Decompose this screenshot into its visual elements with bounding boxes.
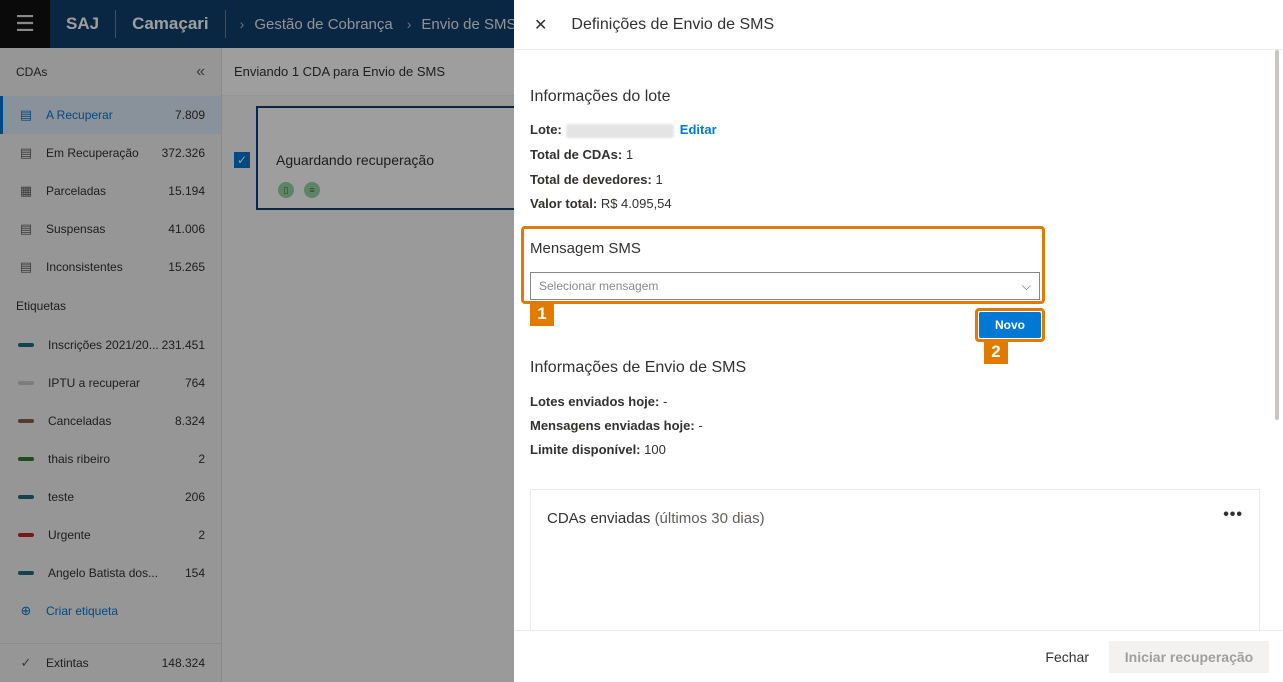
- scrollbar[interactable]: [1275, 50, 1279, 420]
- total-devedores-value: 1: [655, 172, 663, 187]
- lote-line: Lote: Editar: [530, 122, 717, 138]
- envio-section-title: Informações de Envio de SMS: [530, 359, 747, 376]
- message-select-placeholder: Selecionar mensagem: [539, 279, 659, 293]
- lotes-hoje-value: -: [662, 394, 668, 409]
- close-icon[interactable]: ✕: [534, 15, 547, 35]
- cdas-enviadas-title: CDAs enviadas (últimos 30 dias): [547, 510, 765, 527]
- message-select[interactable]: Selecionar mensagem ⌵: [530, 272, 1040, 300]
- lotes-hoje-label: Lotes enviados hoje:: [530, 394, 660, 409]
- lote-value-redacted: [565, 123, 674, 138]
- lotes-hoje-line: Lotes enviados hoje: -: [530, 394, 667, 409]
- mensagens-hoje-line: Mensagens enviadas hoje: -: [530, 418, 703, 433]
- sms-section-title: Mensagem SMS: [530, 240, 641, 257]
- step-badge-2: 2: [984, 340, 1008, 364]
- sms-settings-panel: ✕ Definições de Envio de SMS Informações…: [514, 0, 1283, 682]
- iniciar-recuperacao-button[interactable]: Iniciar recuperação: [1109, 640, 1269, 673]
- fechar-button[interactable]: Fechar: [1045, 649, 1089, 665]
- total-devedores-line: Total de devedores: 1: [530, 172, 663, 187]
- step-badge-1: 1: [530, 302, 554, 326]
- total-cdas-value: 1: [625, 147, 634, 162]
- total-cdas-line: Total de CDAs: 1: [530, 147, 633, 162]
- valor-total-label: Valor total:: [530, 196, 598, 211]
- novo-button-highlight: Novo: [975, 308, 1045, 342]
- cdas-enviadas-subtitle: (últimos 30 dias): [654, 510, 765, 527]
- panel-header: ✕ Definições de Envio de SMS: [514, 0, 1283, 50]
- panel-footer: Fechar Iniciar recuperação: [514, 630, 1283, 682]
- mensagens-hoje-label: Mensagens enviadas hoje:: [530, 418, 695, 433]
- mensagens-hoje-value: -: [698, 418, 703, 433]
- total-devedores-label: Total de devedores:: [530, 172, 652, 187]
- valor-total-value: R$ 4.095,54: [600, 196, 672, 211]
- cdas-enviadas-card: CDAs enviadas (últimos 30 dias) •••: [530, 489, 1260, 639]
- more-options-icon[interactable]: •••: [1223, 506, 1243, 524]
- cdas-enviadas-label: CDAs enviadas: [547, 510, 651, 527]
- lote-label: Lote:: [530, 122, 562, 137]
- edit-lote-link[interactable]: Editar: [680, 122, 717, 137]
- novo-button[interactable]: Novo: [979, 312, 1041, 338]
- panel-title: Definições de Envio de SMS: [571, 15, 775, 33]
- limite-label: Limite disponível:: [530, 442, 641, 457]
- chevron-down-icon: ⌵: [1021, 278, 1031, 293]
- valor-total-line: Valor total: R$ 4.095,54: [530, 196, 672, 211]
- limite-line: Limite disponível: 100: [530, 442, 666, 457]
- total-cdas-label: Total de CDAs:: [530, 147, 623, 162]
- lote-section-title: Informações do lote: [530, 88, 671, 105]
- limite-value: 100: [644, 442, 666, 457]
